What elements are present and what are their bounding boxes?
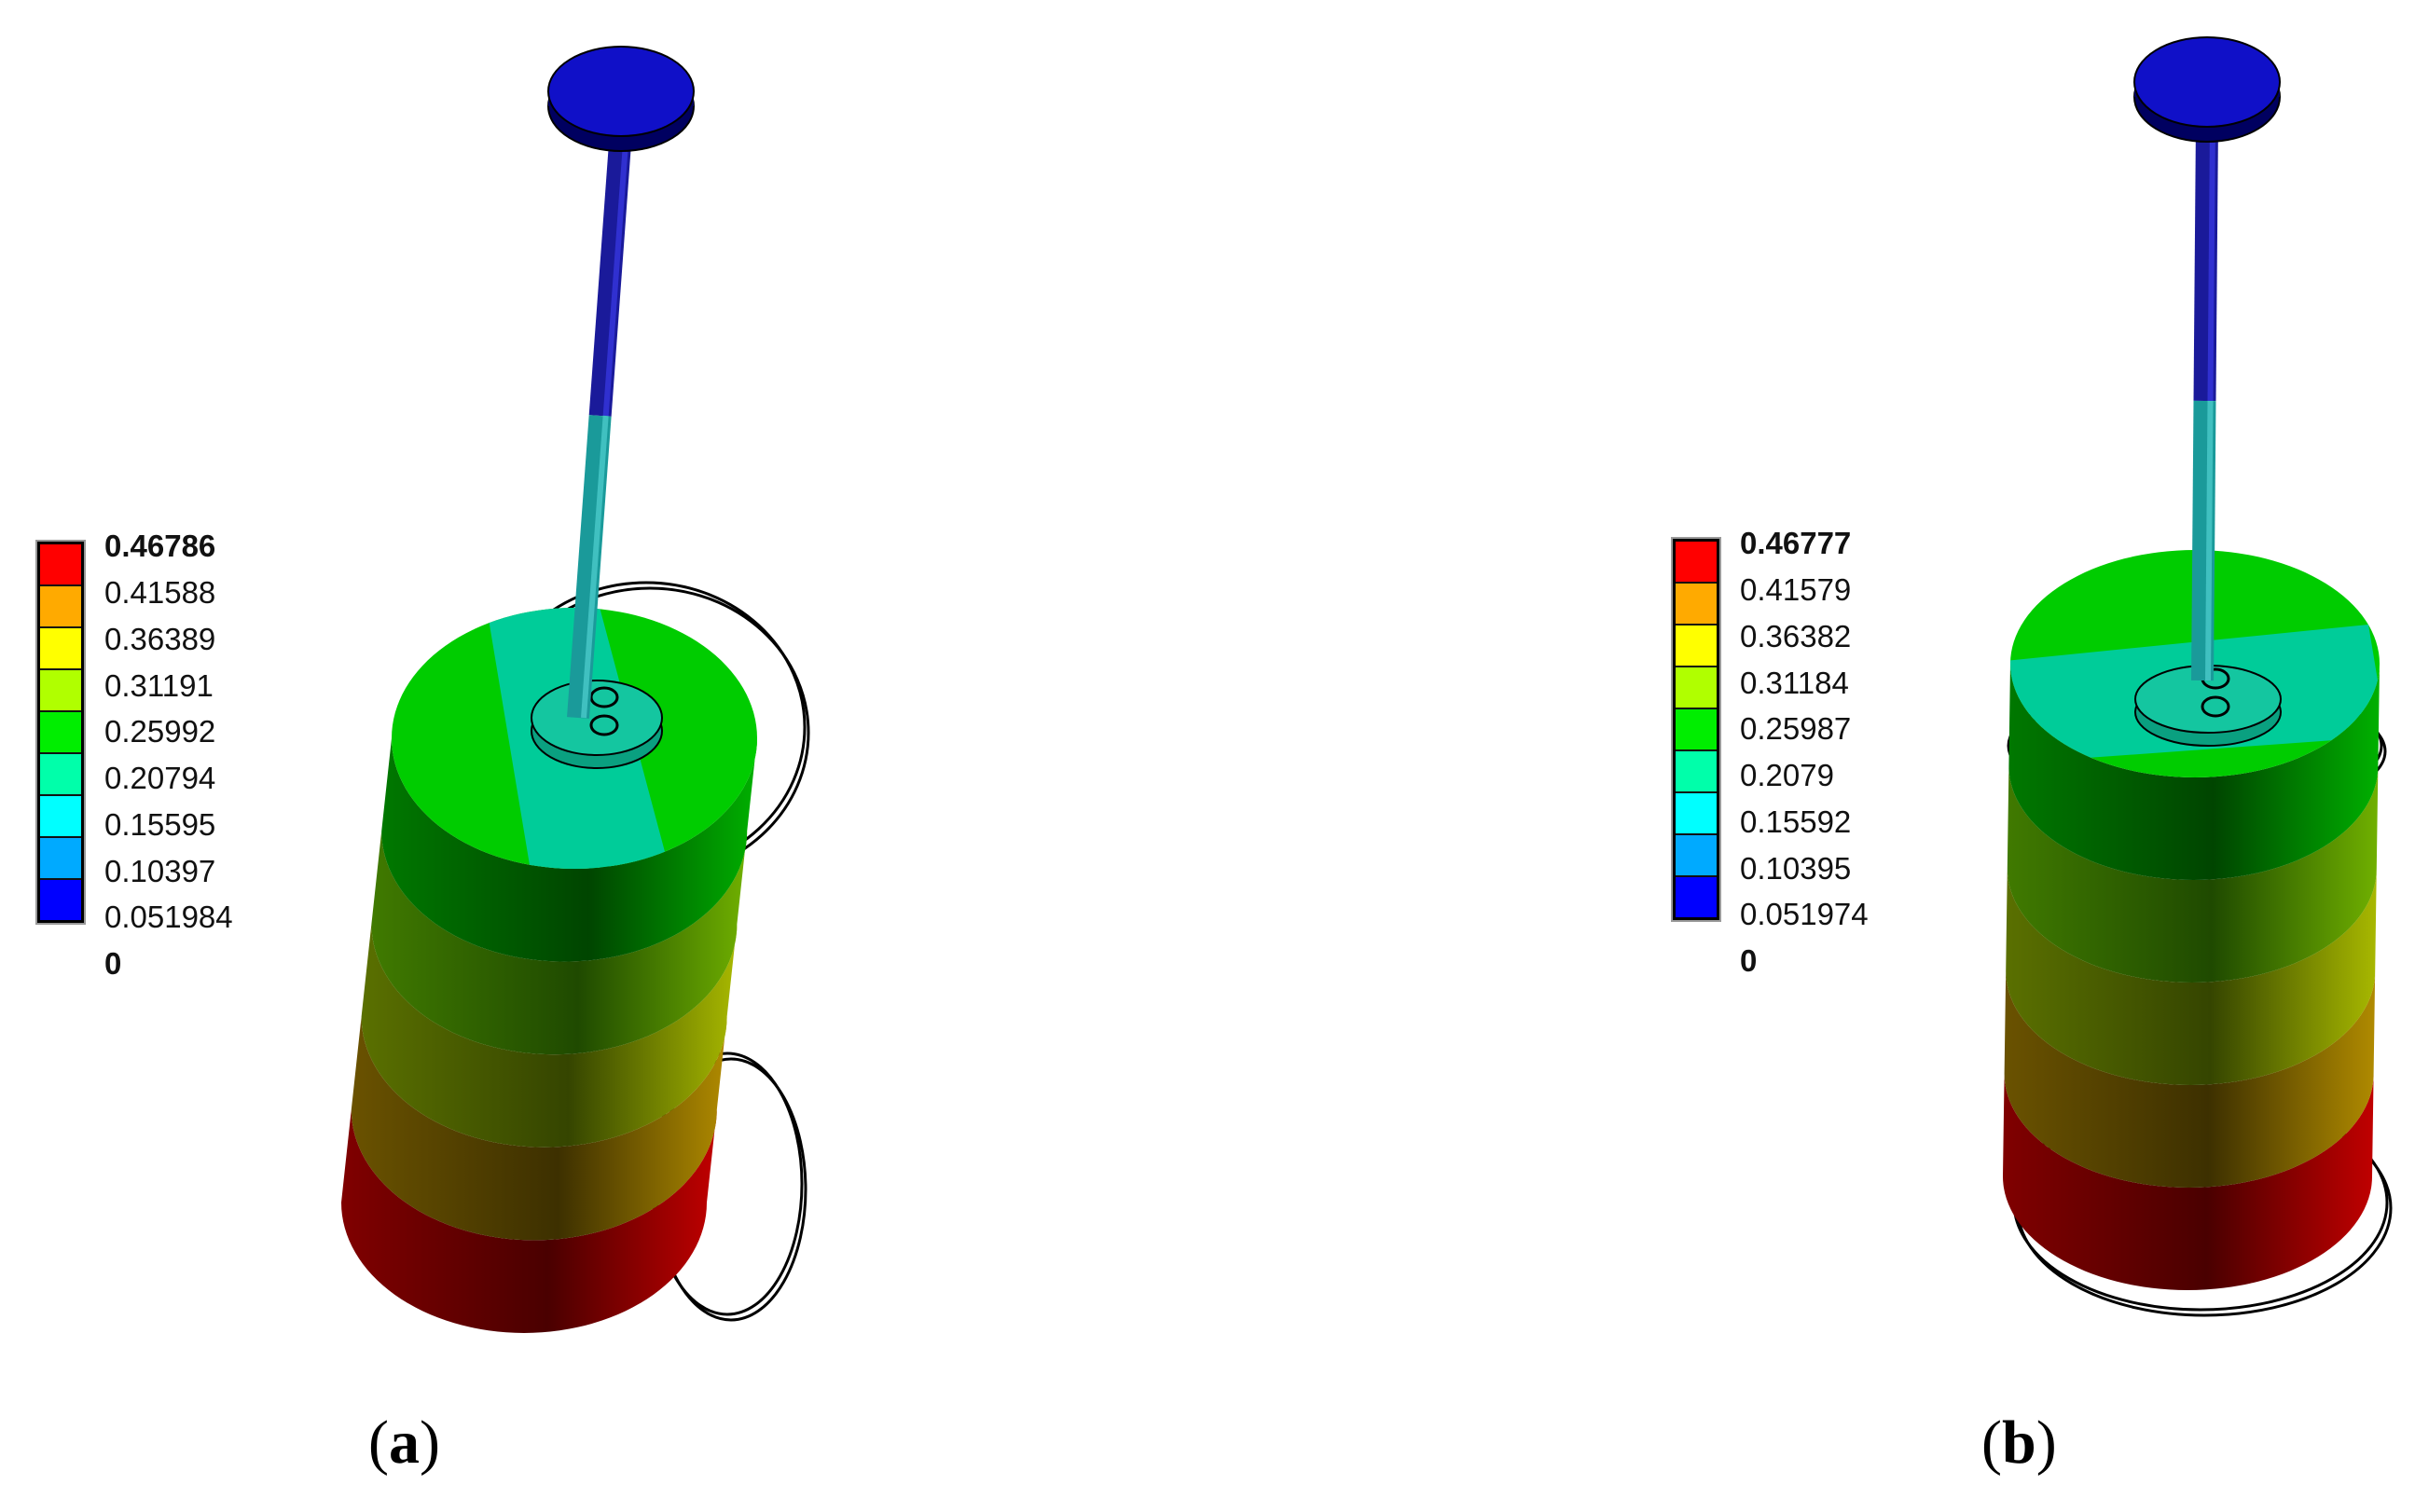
legend-color-band bbox=[1676, 667, 1717, 709]
legend-b-label: 0.41579 bbox=[1740, 572, 1852, 607]
legend-color-band bbox=[40, 754, 81, 796]
legend-color-band bbox=[40, 586, 81, 628]
legend-a: 0.46786 0.41588 0.36389 0.31191 0.25992 … bbox=[37, 530, 280, 989]
legend-color-band bbox=[1676, 542, 1717, 584]
legend-a-label: 0.31191 bbox=[104, 668, 214, 703]
legend-b-label: 0.2079 bbox=[1740, 758, 1834, 792]
legend-b-label: 0.31184 bbox=[1740, 666, 1849, 700]
legend-a-label: 0.15595 bbox=[104, 807, 216, 842]
legend-b-label: 0.25987 bbox=[1740, 711, 1852, 746]
legend-a-label: 0.051984 bbox=[104, 900, 233, 934]
legend-color-band bbox=[1676, 793, 1717, 835]
legend-b-label: 0.36382 bbox=[1740, 619, 1852, 653]
caption-a: (a) bbox=[368, 1409, 440, 1477]
legend-color-band bbox=[1676, 584, 1717, 625]
knob-top bbox=[547, 46, 695, 137]
rod-lower bbox=[2191, 400, 2216, 681]
legend-a-label: 0 bbox=[104, 946, 122, 981]
legend-a-colorbar bbox=[37, 542, 84, 923]
model-b bbox=[2003, 36, 2393, 1317]
knob-top bbox=[2133, 36, 2281, 128]
legend-b-label: 0 bbox=[1740, 943, 1758, 978]
model-a bbox=[341, 46, 810, 1333]
legend-b-colorbar bbox=[1673, 539, 1719, 920]
rod-upper bbox=[2193, 120, 2218, 402]
legend-a-label: 0.10397 bbox=[104, 854, 216, 888]
rod-highlight bbox=[2207, 120, 2215, 402]
rod-highlight bbox=[2205, 400, 2214, 681]
legend-b-label: 0.10395 bbox=[1740, 851, 1852, 886]
fem-displacement-scene bbox=[341, 36, 2393, 1333]
legend-a-label: 0.41588 bbox=[104, 575, 216, 610]
legend-color-band bbox=[1676, 835, 1717, 877]
legend-b-label: 0.46777 bbox=[1740, 526, 1852, 560]
caption-b: (b) bbox=[1981, 1409, 2057, 1477]
legend-color-band bbox=[40, 712, 81, 754]
legend-color-band bbox=[40, 880, 81, 920]
legend-a-label: 0.20794 bbox=[104, 761, 216, 795]
legend-color-band bbox=[1676, 709, 1717, 751]
legend-color-band bbox=[1676, 751, 1717, 793]
legend-color-band bbox=[40, 670, 81, 712]
legend-b-label: 0.15592 bbox=[1740, 804, 1852, 839]
legend-color-band bbox=[40, 544, 81, 586]
legend-b: 0.46777 0.41579 0.36382 0.31184 0.25987 … bbox=[1673, 528, 1915, 986]
legend-color-band bbox=[1676, 877, 1717, 917]
legend-color-band bbox=[40, 838, 81, 880]
legend-a-label: 0.36389 bbox=[104, 622, 216, 656]
legend-color-band bbox=[40, 796, 81, 838]
legend-a-label: 0.25992 bbox=[104, 714, 216, 749]
legend-color-band bbox=[1676, 625, 1717, 667]
legend-b-label: 0.051974 bbox=[1740, 897, 1869, 931]
legend-a-label: 0.46786 bbox=[104, 529, 216, 563]
legend-color-band bbox=[40, 628, 81, 670]
